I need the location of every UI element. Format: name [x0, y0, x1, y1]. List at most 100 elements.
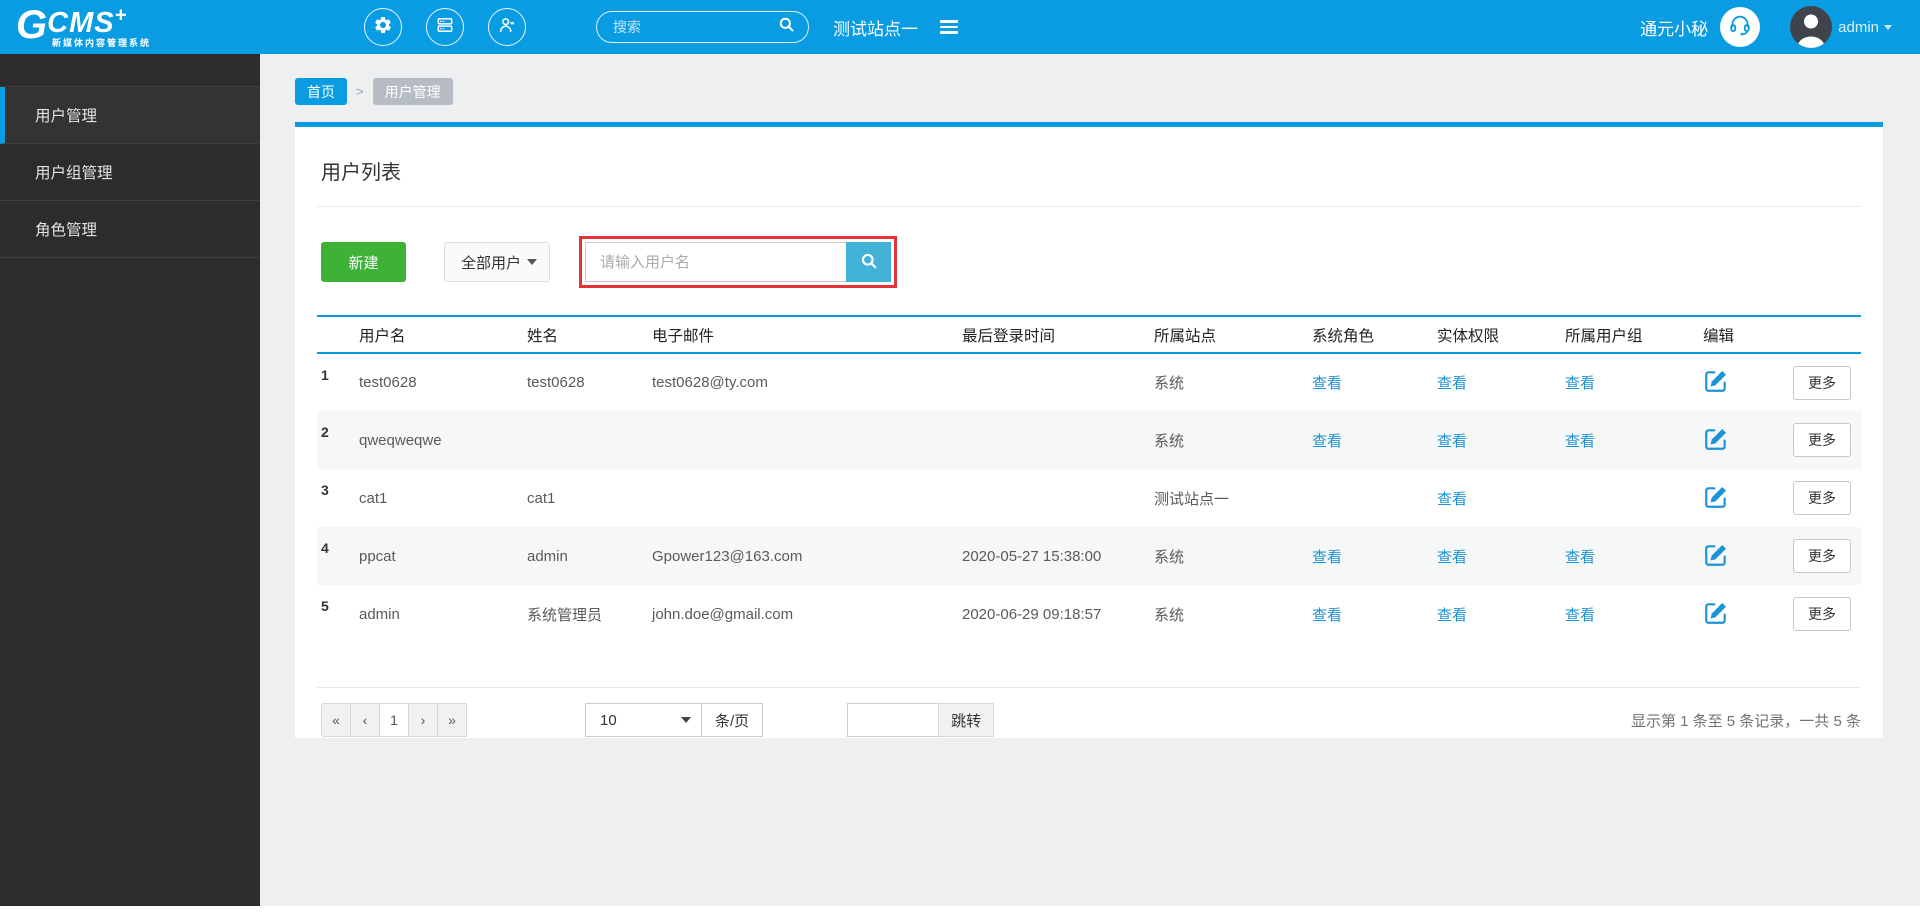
caret-down-icon	[681, 717, 691, 723]
bottom-strip	[0, 906, 1920, 914]
view-perms-link[interactable]: 查看	[1437, 607, 1467, 624]
cell-name: cat1	[527, 489, 556, 507]
modules-button[interactable]	[426, 8, 464, 46]
edit-button[interactable]	[1703, 368, 1729, 397]
table-header-row: 用户名 姓名 电子邮件 最后登录时间 所属站点 系统角色 实体权限 所属用户组 …	[317, 315, 1862, 354]
row-index: 1	[321, 367, 329, 383]
breadcrumb: 首页 > 用户管理	[295, 78, 1883, 105]
hamburger-icon	[940, 17, 958, 37]
header-right-group: 通元小秘 admin	[1640, 6, 1920, 48]
username-search-input[interactable]	[585, 242, 846, 282]
table-row: 3 cat1 cat1 测试站点一 查看 更多	[317, 469, 1861, 527]
col-user-groups: 所属用户组	[1561, 315, 1699, 354]
edit-icon	[1703, 600, 1729, 629]
current-site-name: 测试站点一	[833, 19, 918, 39]
logo-plus: +	[114, 4, 128, 27]
page-size-select[interactable]: 10	[585, 703, 702, 737]
view-perms-link[interactable]: 查看	[1437, 549, 1467, 566]
cell-email	[648, 411, 958, 469]
cell-site: 系统	[1154, 432, 1185, 450]
logo-g: G	[16, 3, 48, 47]
sidebar-item-user-management[interactable]: 用户管理	[0, 87, 260, 144]
edit-button[interactable]	[1703, 600, 1729, 629]
sidebar-item-user-group-management[interactable]: 用户组管理	[0, 144, 260, 201]
cell-last-login	[958, 411, 1150, 469]
view-roles-link[interactable]: 查看	[1312, 433, 1342, 450]
more-button[interactable]: 更多	[1793, 539, 1851, 573]
support-button[interactable]	[1720, 7, 1761, 47]
row-index: 5	[321, 598, 329, 614]
global-search-input[interactable]	[613, 19, 777, 35]
col-last-login: 最后登录时间	[958, 315, 1150, 354]
headset-icon	[1728, 13, 1752, 42]
caret-down-icon	[527, 259, 537, 265]
cell-name	[523, 411, 648, 469]
page-next-button[interactable]: ›	[408, 703, 438, 737]
view-groups-link[interactable]: 查看	[1565, 607, 1595, 624]
page-number-button[interactable]: 1	[379, 703, 409, 737]
edit-icon	[1703, 542, 1729, 571]
cell-last-login: 2020-06-29 09:18:57	[962, 605, 1102, 623]
user-admin-button[interactable]	[488, 8, 526, 46]
table-row: 1 test0628 test0628 test0628@ty.com 系统 查…	[317, 353, 1861, 411]
user-table: 用户名 姓名 电子邮件 最后登录时间 所属站点 系统角色 实体权限 所属用户组 …	[317, 315, 1862, 643]
row-index: 2	[321, 424, 329, 440]
row-index: 3	[321, 482, 329, 498]
username-search-button[interactable]	[846, 242, 891, 282]
search-highlight-annotation	[579, 236, 897, 288]
sidebar-item-role-management[interactable]: 角色管理	[0, 201, 260, 258]
edit-button[interactable]	[1703, 542, 1729, 571]
table-row: 5 admin 系统管理员 john.doe@gmail.com 2020-06…	[317, 585, 1861, 643]
page-prev-button[interactable]: ‹	[350, 703, 380, 737]
col-edit: 编辑	[1699, 315, 1862, 354]
new-user-button[interactable]: 新建	[321, 242, 406, 282]
view-roles-link[interactable]: 查看	[1312, 375, 1342, 392]
user-list-panel: 用户列表 新建 全部用户 请输入用户名 用户名 姓名 电子邮件 最后登录时间 所…	[295, 122, 1883, 738]
col-entity-perms: 实体权限	[1433, 315, 1561, 354]
pagination: « ‹ 1 › » 10 条/页 跳转 显示第 1 条至 5 条记录，一共 5 …	[317, 687, 1861, 737]
user-icon	[497, 15, 517, 40]
view-roles-link[interactable]: 查看	[1312, 607, 1342, 624]
assistant-label: 通元小秘	[1640, 19, 1709, 39]
cell-email: Gpower123@163.com	[652, 547, 803, 565]
view-groups-link[interactable]: 查看	[1565, 375, 1595, 392]
user-filter-dropdown[interactable]: 全部用户	[444, 242, 550, 282]
cell-username: admin	[359, 605, 400, 623]
more-button[interactable]: 更多	[1793, 423, 1851, 457]
view-perms-link[interactable]: 查看	[1437, 491, 1467, 508]
page-last-button[interactable]: »	[437, 703, 467, 737]
global-search-box	[596, 11, 809, 43]
view-groups-link[interactable]: 查看	[1565, 549, 1595, 566]
row-index: 4	[321, 540, 329, 556]
more-button[interactable]: 更多	[1793, 365, 1851, 400]
cell-email	[648, 469, 958, 527]
more-button[interactable]: 更多	[1793, 481, 1851, 515]
cell-name: admin	[527, 547, 568, 565]
edit-icon	[1703, 426, 1729, 455]
cell-name: test0628	[527, 374, 585, 391]
breadcrumb-home[interactable]: 首页	[295, 78, 347, 105]
edit-button[interactable]	[1703, 484, 1729, 513]
cell-username: ppcat	[359, 547, 396, 565]
settings-button[interactable]	[364, 8, 402, 46]
breadcrumb-separator: >	[356, 84, 364, 99]
page-jump-button[interactable]: 跳转	[938, 703, 995, 737]
sidebar-spacer	[0, 54, 260, 87]
edit-button[interactable]	[1703, 426, 1729, 455]
search-icon[interactable]	[777, 15, 796, 39]
user-filter-value: 全部用户	[461, 254, 522, 272]
server-icon	[435, 15, 455, 40]
page-size-value: 10	[600, 711, 617, 729]
page-first-button[interactable]: «	[321, 703, 351, 737]
site-switcher[interactable]: 测试站点一	[833, 15, 958, 40]
view-perms-link[interactable]: 查看	[1437, 375, 1467, 392]
view-perms-link[interactable]: 查看	[1437, 433, 1467, 450]
page-jump-input[interactable]	[847, 703, 940, 737]
more-button[interactable]: 更多	[1793, 597, 1851, 631]
username-menu[interactable]: admin	[1838, 19, 1892, 36]
view-groups-link[interactable]: 查看	[1565, 433, 1595, 450]
avatar[interactable]	[1790, 6, 1833, 48]
cell-username: qweqweqwe	[359, 431, 442, 449]
view-roles-link[interactable]: 查看	[1312, 549, 1342, 566]
header-icon-group	[364, 8, 550, 46]
